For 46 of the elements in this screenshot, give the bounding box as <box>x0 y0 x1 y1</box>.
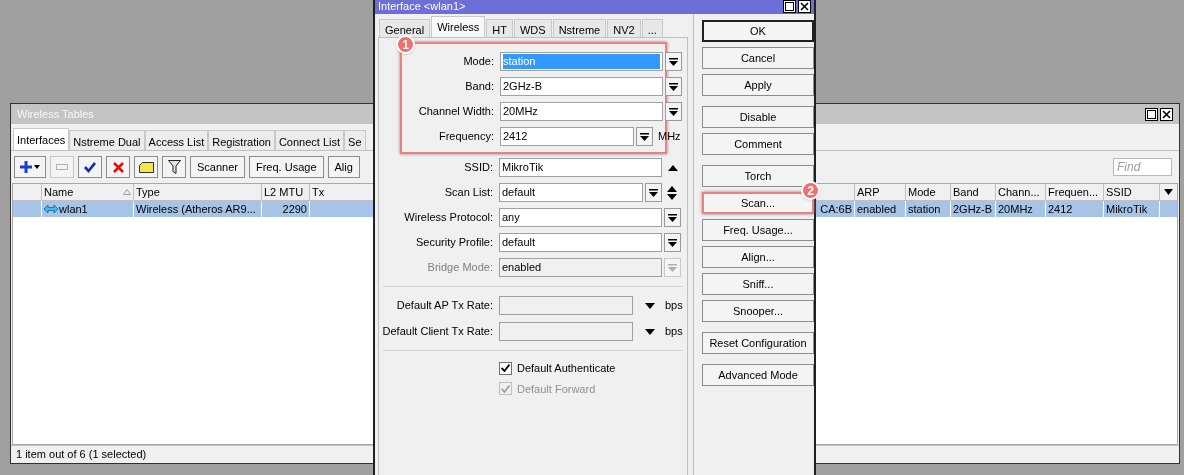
status-text: 1 item out of 6 (1 selected) <box>16 447 147 463</box>
field-value: any <box>502 210 520 225</box>
header-label: L2 MTU <box>264 184 304 200</box>
field-value: 20MHz <box>503 104 538 119</box>
table-cell-text: 20MHz <box>998 201 1033 217</box>
field-value: MikroTik <box>502 160 544 175</box>
field-value: 2GHz-B <box>503 79 543 94</box>
field-label: Wireless Protocol: <box>403 210 493 226</box>
field-label: Band: <box>464 79 494 95</box>
header-label: Name <box>44 184 75 200</box>
table-cell-text: wlan1 <box>59 201 88 217</box>
unit-label: bps <box>665 298 683 314</box>
table-cell-text: 2412 <box>1048 201 1073 217</box>
header-label: ARP <box>857 184 880 200</box>
table-cell-text: enabled <box>857 201 897 217</box>
table-cell-text: station <box>908 201 941 217</box>
field-label: Security Profile: <box>414 235 493 251</box>
table-cell-text: 2GHz-B <box>953 201 993 217</box>
field-value: default <box>502 235 536 250</box>
field-label: Scan List: <box>443 185 493 201</box>
field-label: Bridge Mode: <box>426 260 493 276</box>
number-badge: 1 <box>396 35 415 54</box>
header-label: Chann... <box>998 184 1040 200</box>
checkbox-label: Default Authenticate <box>517 361 616 376</box>
header-label: Mode <box>908 184 936 200</box>
table-cell-text: MikroTik <box>1106 201 1148 217</box>
table-cell-text: CA:6B <box>820 201 852 217</box>
checkbox-label: Default Forward <box>517 381 596 397</box>
header-label: SSID <box>1106 184 1132 200</box>
field-value: default <box>502 185 536 200</box>
field-label: Default AP Tx Rate: <box>395 298 493 314</box>
field-label: Mode: <box>462 54 494 70</box>
window-title: Interface <wlan1> <box>378 0 466 14</box>
field-label: Frequency: <box>437 129 494 145</box>
field-value: 2412 <box>503 129 528 144</box>
unit-label: MHz <box>658 129 681 145</box>
field-value: enabled <box>502 260 542 275</box>
header-label: Band <box>953 184 979 200</box>
field-label: Channel Width: <box>417 104 494 120</box>
header-label: Type <box>136 184 160 200</box>
table-cell-text: 2290 <box>282 201 307 217</box>
unit-label: bps <box>665 324 683 340</box>
header-label: Tx <box>312 184 325 200</box>
table-cell-text: Wireless (Atheros AR9... <box>136 201 256 217</box>
field-label: Default Client Tx Rate: <box>381 324 493 340</box>
field-label: SSID: <box>463 160 493 176</box>
